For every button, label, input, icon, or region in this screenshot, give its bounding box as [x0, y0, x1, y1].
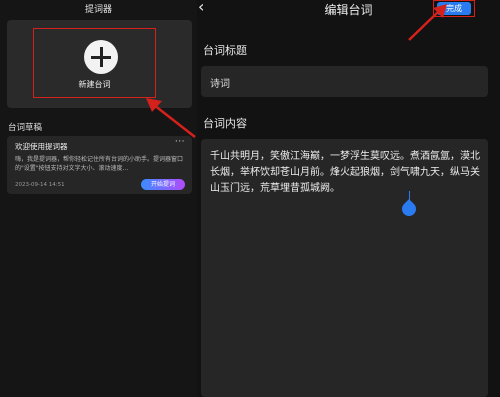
draft-preview-text: 嗨，我是提词器，帮你轻松记住所有台词的小助手。提词器窗口的"设置"按钮支持对文字…	[15, 156, 184, 172]
cursor-handle-icon[interactable]	[399, 199, 419, 219]
more-options-icon[interactable]: ···	[175, 137, 185, 147]
script-content-label: 台词内容	[203, 117, 247, 130]
teleprompter-list-screen: 提词器 新建台词 台词草稿 欢迎使用提词器 ··· 嗨，我是提词器，帮你轻松记住…	[0, 0, 197, 397]
draft-card[interactable]: 欢迎使用提词器 ··· 嗨，我是提词器，帮你轻松记住所有台词的小助手。提词器窗口…	[7, 136, 192, 194]
draft-timestamp: 2023-09-14 14:51	[15, 182, 65, 188]
screen-title: 提词器	[84, 5, 112, 15]
script-title-input[interactable]: 诗词	[201, 66, 488, 97]
start-prompt-button[interactable]: 开始提词	[141, 179, 185, 190]
done-button[interactable]: 完成	[437, 2, 471, 15]
new-script-label[interactable]: 新建台词	[33, 79, 156, 90]
drafts-section-label: 台词草稿	[8, 123, 43, 133]
draft-title: 欢迎使用提词器	[15, 142, 68, 151]
script-content-textarea[interactable]: 千山共明月，笑傲江海巅，一梦浮生莫叹远。煮酒氤氲，漠北长烟，举杯饮却苍山月前。烽…	[201, 139, 488, 397]
script-content-value: 千山共明月，笑傲江海巅，一梦浮生莫叹远。煮酒氤氲，漠北长烟，举杯饮却苍山月前。烽…	[210, 151, 480, 194]
edit-script-screen: ‹ 编辑台词 完成 台词标题 诗词 台词内容 千山共明月，笑傲江海巅，一梦浮生莫…	[197, 0, 500, 397]
script-title-label: 台词标题	[203, 44, 247, 57]
script-title-value: 诗词	[210, 79, 230, 90]
plus-icon[interactable]	[84, 40, 118, 74]
